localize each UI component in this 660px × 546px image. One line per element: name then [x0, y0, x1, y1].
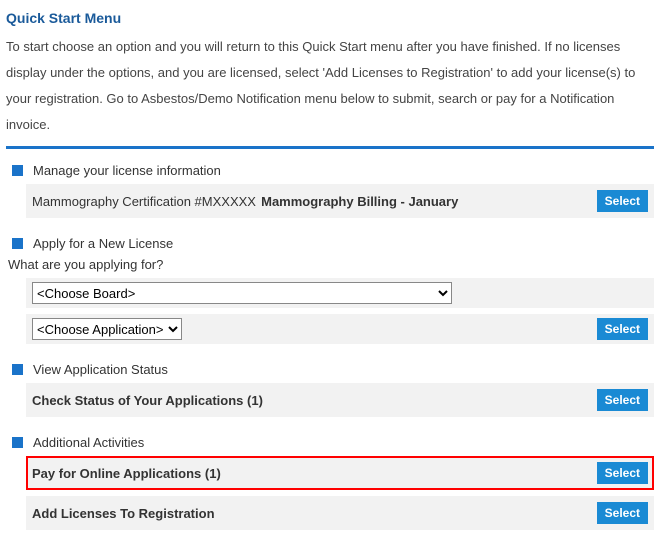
- section-status-title: View Application Status: [33, 362, 168, 377]
- section-apply-title: Apply for a New License: [33, 236, 173, 251]
- intro-text: To start choose an option and you will r…: [6, 34, 654, 138]
- choose-application-select[interactable]: <Choose Application>: [32, 318, 182, 340]
- square-icon: [12, 238, 23, 249]
- divider: [6, 146, 654, 149]
- section-additional-title: Additional Activities: [33, 435, 144, 450]
- status-row-label: Check Status of Your Applications (1): [32, 393, 263, 408]
- license-id-label: Mammography Certification #MXXXXX: [32, 194, 256, 209]
- section-status-header: View Application Status: [6, 362, 654, 377]
- section-manage-header: Manage your license information: [6, 163, 654, 178]
- select-button[interactable]: Select: [597, 318, 648, 340]
- section-additional-header: Additional Activities: [6, 435, 654, 450]
- select-button[interactable]: Select: [597, 389, 648, 411]
- select-button[interactable]: Select: [597, 462, 648, 484]
- manage-license-row: Mammography Certification #MXXXXX Mammog…: [26, 184, 654, 218]
- pay-online-row: Pay for Online Applications (1) Select: [26, 456, 654, 490]
- choose-board-row: <Choose Board>: [26, 278, 654, 308]
- square-icon: [12, 165, 23, 176]
- square-icon: [12, 364, 23, 375]
- add-licenses-label: Add Licenses To Registration: [32, 506, 215, 521]
- square-icon: [12, 437, 23, 448]
- billing-label: Mammography Billing - January: [261, 194, 458, 209]
- page-title: Quick Start Menu: [6, 10, 654, 26]
- add-licenses-row: Add Licenses To Registration Select: [26, 496, 654, 530]
- section-manage-title: Manage your license information: [33, 163, 221, 178]
- section-apply-header: Apply for a New License: [6, 236, 654, 251]
- select-button[interactable]: Select: [597, 502, 648, 524]
- status-row: Check Status of Your Applications (1) Se…: [26, 383, 654, 417]
- select-button[interactable]: Select: [597, 190, 648, 212]
- choose-application-row: <Choose Application> Select: [26, 314, 654, 344]
- pay-online-label: Pay for Online Applications (1): [32, 466, 221, 481]
- apply-prompt: What are you applying for?: [8, 257, 654, 272]
- choose-board-select[interactable]: <Choose Board>: [32, 282, 452, 304]
